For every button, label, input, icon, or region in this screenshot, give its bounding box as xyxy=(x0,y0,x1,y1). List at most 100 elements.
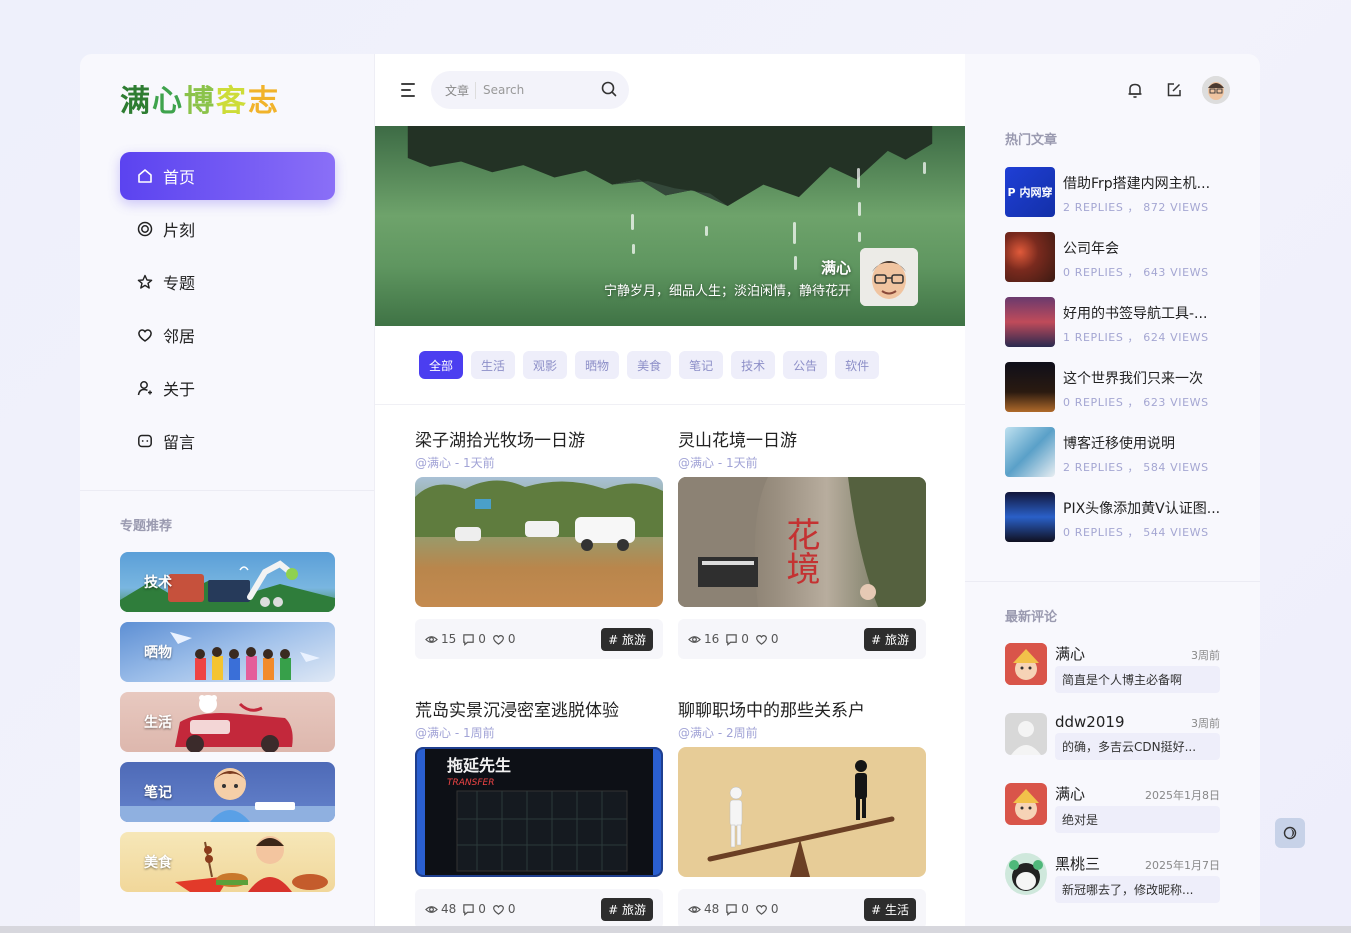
post-tag[interactable]: # 旅游 xyxy=(601,627,653,651)
tab-movies[interactable]: 观影 xyxy=(523,351,568,379)
chat-icon xyxy=(136,432,154,450)
post-thumbnail[interactable] xyxy=(678,747,926,877)
menu-icon[interactable] xyxy=(401,83,417,97)
nav-label: 首页 xyxy=(163,168,196,187)
hot-post-title[interactable]: 公司年会 xyxy=(1063,238,1225,258)
edit-icon[interactable] xyxy=(1163,79,1185,101)
post-tag[interactable]: # 旅游 xyxy=(864,627,916,651)
comment-avatar[interactable] xyxy=(1005,643,1047,685)
hot-post-title[interactable]: 博客迁移使用说明 xyxy=(1063,433,1225,453)
tab-tech[interactable]: 技术 xyxy=(731,351,776,379)
comment-text[interactable]: 的确，多吉云CDN挺好... xyxy=(1055,733,1220,760)
nav-item-guestbook[interactable]: 留言 xyxy=(120,417,335,465)
horizontal-scrollbar[interactable] xyxy=(0,926,1351,933)
post-title[interactable]: 聊聊职场中的那些关系户 xyxy=(678,696,926,721)
hot-post-item[interactable]: 这个世界我们只来一次 0 REPLIES ， 623 VIEWS xyxy=(1005,362,1225,412)
post-title[interactable]: 灵山花境一日游 xyxy=(678,426,926,451)
tab-all[interactable]: 全部 xyxy=(419,351,464,379)
hot-post-item[interactable]: 博客迁移使用说明 2 REPLIES ， 584 VIEWS xyxy=(1005,427,1225,477)
search-category[interactable]: 文章 xyxy=(445,81,477,99)
hot-post-thumb[interactable] xyxy=(1005,492,1055,542)
post-title[interactable]: 梁子湖拾光牧场一日游 xyxy=(415,426,663,451)
topic-card-share[interactable]: 晒物 xyxy=(120,622,335,682)
likes-stat[interactable]: 0 xyxy=(755,632,779,646)
likes-stat[interactable]: 0 xyxy=(755,902,779,916)
nav-item-home[interactable]: 首页 xyxy=(120,152,335,200)
comment-item[interactable]: 满心 2025年1月8日绝对是 xyxy=(1005,783,1220,853)
topic-label: 晒物 xyxy=(144,645,172,661)
site-logo[interactable]: 满心博客志 xyxy=(120,76,280,120)
search-icon[interactable] xyxy=(601,81,617,100)
tab-share[interactable]: 晒物 xyxy=(575,351,620,379)
post-card[interactable]: 荒岛实景沉浸密室逃脱体验 @满心 - 1周前 拖延先生 TRANSFER 48 … xyxy=(415,696,663,929)
comment-avatar[interactable] xyxy=(1005,853,1047,895)
post-card[interactable]: 灵山花境一日游 @满心 - 1天前 花境 16 0 0 # 旅游 xyxy=(678,426,926,659)
comment-author[interactable]: 满心 xyxy=(1055,783,1085,804)
post-card[interactable]: 梁子湖拾光牧场一日游 @满心 - 1天前 15 0 0 # 旅游 xyxy=(415,426,663,659)
nav-item-topics[interactable]: 专题 xyxy=(120,258,335,306)
tab-food[interactable]: 美食 xyxy=(627,351,672,379)
heart-icon xyxy=(136,326,154,344)
comment-text[interactable]: 绝对是 xyxy=(1055,806,1220,833)
hot-post-thumb[interactable]: P 内网穿 xyxy=(1005,167,1055,217)
hot-post-item[interactable]: 好用的书签导航工具-... 1 REPLIES ， 624 VIEWS xyxy=(1005,297,1225,347)
banner-avatar[interactable] xyxy=(860,248,918,306)
hot-post-title[interactable]: 这个世界我们只来一次 xyxy=(1063,368,1225,388)
hot-post-title[interactable]: 好用的书签导航工具-... xyxy=(1063,303,1225,323)
comments-stat: 0 xyxy=(725,902,749,916)
search-input[interactable]: Search xyxy=(483,83,601,97)
tab-software[interactable]: 软件 xyxy=(835,351,880,379)
post-thumbnail[interactable]: 拖延先生 TRANSFER xyxy=(415,747,663,877)
topic-card-notes[interactable]: 笔记 xyxy=(120,762,335,822)
topic-card-food[interactable]: 美食 xyxy=(120,832,335,892)
hot-post-item[interactable]: PIX头像添加黄V认证图... 0 REPLIES ， 544 VIEWS xyxy=(1005,492,1225,542)
hot-post-thumb[interactable] xyxy=(1005,232,1055,282)
comment-author[interactable]: 黑桃三 xyxy=(1055,853,1100,874)
likes-stat[interactable]: 0 xyxy=(492,902,516,916)
likes-stat[interactable]: 0 xyxy=(492,632,516,646)
comment-author[interactable]: ddw2019 xyxy=(1055,713,1125,731)
nav-item-moments[interactable]: 片刻 xyxy=(120,205,335,253)
comment-avatar[interactable] xyxy=(1005,713,1047,755)
post-tag[interactable]: # 生活 xyxy=(864,897,916,921)
tab-notes[interactable]: 笔记 xyxy=(679,351,724,379)
comment-avatar[interactable] xyxy=(1005,783,1047,825)
tab-life[interactable]: 生活 xyxy=(471,351,516,379)
comment-text[interactable]: 简直是个人博主必备啊 xyxy=(1055,666,1220,693)
topic-card-life[interactable]: 生活 xyxy=(120,692,335,752)
post-meta: @满心 - 1天前 xyxy=(415,456,495,470)
hot-post-item[interactable]: P 内网穿 借助Frp搭建内网主机... 2 REPLIES ， 872 VIEW… xyxy=(1005,167,1225,217)
nav-item-about[interactable]: 关于 xyxy=(120,364,335,412)
topic-card-tech[interactable]: 技术 xyxy=(120,552,335,612)
post-tag[interactable]: # 旅游 xyxy=(601,897,653,921)
comment-item[interactable]: ddw2019 3周前 的确，多吉云CDN挺好... xyxy=(1005,713,1220,783)
post-meta: @满心 - 2周前 xyxy=(678,726,758,740)
hot-post-title[interactable]: 借助Frp搭建内网主机... xyxy=(1063,173,1225,193)
theme-toggle-button[interactable] xyxy=(1275,818,1305,848)
comment-item[interactable]: 黑桃三 2025年1月7日 新冠哪去了，修改昵称... xyxy=(1005,853,1220,923)
category-tabs: 全部 生活 观影 晒物 美食 笔记 技术 公告 软件 xyxy=(419,351,887,379)
post-title[interactable]: 荒岛实景沉浸密室逃脱体验 xyxy=(415,696,663,721)
hot-post-stats: 0 REPLIES ， 643 VIEWS xyxy=(1063,266,1209,279)
views-stat: 16 xyxy=(688,632,719,646)
search-box[interactable]: 文章 Search xyxy=(431,71,629,109)
hot-post-thumb[interactable] xyxy=(1005,297,1055,347)
user-avatar[interactable] xyxy=(1202,76,1230,104)
hot-post-thumb[interactable] xyxy=(1005,362,1055,412)
right-sidebar: 热门文章 P 内网穿 借助Frp搭建内网主机... 2 REPLIES ， 872… xyxy=(965,54,1260,933)
tab-notice[interactable]: 公告 xyxy=(783,351,828,379)
comments-stat: 0 xyxy=(725,632,749,646)
hot-post-title[interactable]: PIX头像添加黄V认证图... xyxy=(1063,498,1225,518)
hot-post-item[interactable]: 公司年会 0 REPLIES ， 643 VIEWS xyxy=(1005,232,1225,282)
nav-item-neighbors[interactable]: 邻居 xyxy=(120,311,335,359)
post-thumbnail[interactable]: 花境 xyxy=(678,477,926,607)
post-thumbnail[interactable] xyxy=(415,477,663,607)
content-divider xyxy=(375,404,965,405)
comment-text[interactable]: 新冠哪去了，修改昵称... xyxy=(1055,876,1220,903)
bell-icon[interactable] xyxy=(1124,79,1146,101)
hot-post-thumb[interactable] xyxy=(1005,427,1055,477)
comment-time: 2025年1月8日 xyxy=(1145,789,1220,802)
post-card[interactable]: 聊聊职场中的那些关系户 @满心 - 2周前 48 0 0 # 生活 xyxy=(678,696,926,929)
comment-author[interactable]: 满心 xyxy=(1055,643,1085,664)
comment-item[interactable]: 满心 3周前 简直是个人博主必备啊 xyxy=(1005,643,1220,713)
